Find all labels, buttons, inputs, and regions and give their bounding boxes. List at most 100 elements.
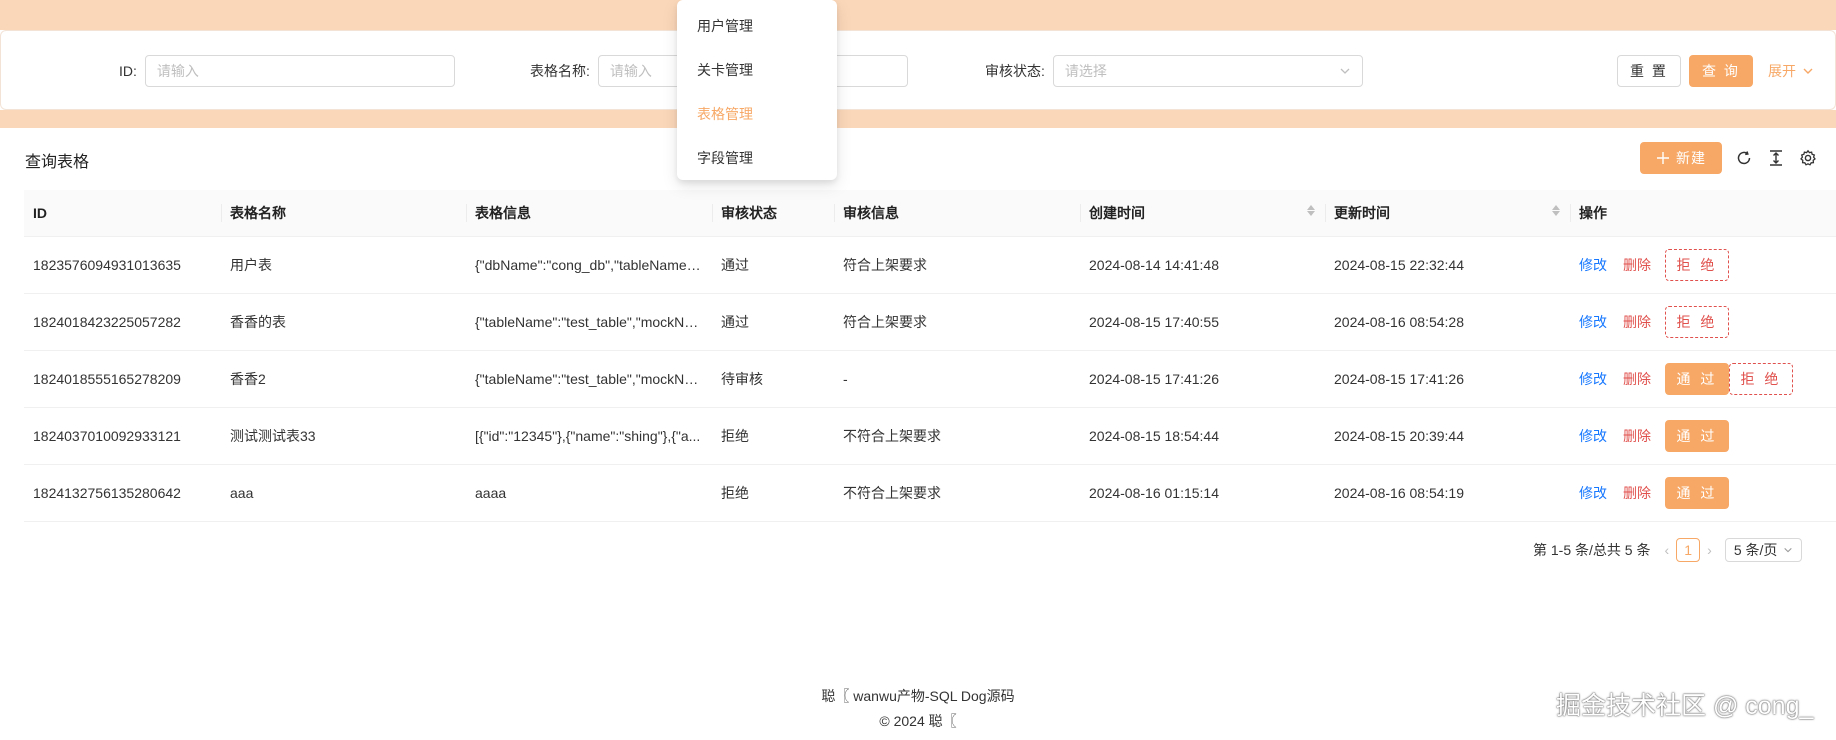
table-row: 1823576094931013635 用户表 {"dbName":"cong_… <box>24 236 1836 294</box>
table-toolbar: 新建 <box>1640 142 1818 174</box>
pagination: 第 1-5 条/总共 5 条 ‹ 1 › 5 条/页 <box>1533 538 1803 562</box>
cell-id: 1824037010092933121 <box>24 407 221 465</box>
column-header-sortable[interactable]: 创建时间 <box>1080 190 1325 237</box>
cell-actions: 修改 删除 拒 绝 <box>1570 236 1836 294</box>
card-title: 查询表格 <box>25 154 90 171</box>
cell-review: 符合上架要求 <box>834 293 1080 351</box>
delete-link[interactable]: 删除 <box>1623 255 1651 275</box>
pagination-summary: 第 1-5 条/总共 5 条 <box>1533 542 1651 558</box>
column-header: 操作 <box>1570 190 1836 237</box>
edit-link[interactable]: 修改 <box>1579 312 1607 332</box>
delete-link[interactable]: 删除 <box>1623 483 1651 503</box>
gear-icon[interactable] <box>1798 148 1818 168</box>
reset-button[interactable]: 重 置 <box>1617 55 1681 87</box>
cell-info: {"tableName":"test_table","mockNu... <box>466 293 712 351</box>
cell-name: 测试测试表33 <box>221 407 466 465</box>
menu-item-table-management[interactable]: 表格管理 <box>677 92 837 136</box>
page-item-current[interactable]: 1 <box>1676 538 1701 562</box>
column-header-sortable[interactable]: 更新时间 <box>1325 190 1570 237</box>
edit-link[interactable]: 修改 <box>1579 369 1607 389</box>
cell-id: 1824018423225057282 <box>24 293 221 351</box>
page-size-label: 5 条/页 <box>1733 542 1778 558</box>
reject-button[interactable]: 拒 绝 <box>1729 362 1793 395</box>
column-header: 表格名称 <box>221 190 466 237</box>
reject-button[interactable]: 拒 绝 <box>1665 248 1729 281</box>
menu-item-field-management[interactable]: 字段管理 <box>677 136 837 180</box>
cell-updated: 2024-08-15 17:41:26 <box>1325 350 1570 408</box>
column-header: 审核状态 <box>712 190 834 237</box>
next-page-icon[interactable]: › <box>1707 542 1712 558</box>
cell-name: 用户表 <box>221 236 466 294</box>
delete-link[interactable]: 删除 <box>1623 369 1651 389</box>
chevron-down-icon <box>1803 68 1813 74</box>
edit-link[interactable]: 修改 <box>1579 255 1607 275</box>
menu-item-level-management[interactable]: 关卡管理 <box>677 48 837 92</box>
cell-created: 2024-08-14 14:41:48 <box>1080 236 1325 294</box>
cell-info: {"dbName":"cong_db","tableName"... <box>466 236 712 294</box>
cell-status: 待审核 <box>712 350 834 408</box>
new-button-label: 新建 <box>1676 150 1706 166</box>
edit-link[interactable]: 修改 <box>1579 483 1607 503</box>
id-label: ID: <box>119 63 137 79</box>
data-table: ID 表格名称 表格信息 审核状态 审核信息 创建时间 更新时间 操作 1823… <box>24 190 1836 522</box>
table-row: 1824018555165278209 香香2 {"tableName":"te… <box>24 350 1836 408</box>
expand-toggle[interactable]: 展开 <box>1768 55 1814 87</box>
table-row: 1824037010092933121 测试测试表33 [{"id":"1234… <box>24 407 1836 465</box>
column-header: ID <box>24 190 221 237</box>
cell-info: aaaa <box>466 464 712 522</box>
column-header: 审核信息 <box>834 190 1080 237</box>
table-header-row: ID 表格名称 表格信息 审核状态 审核信息 创建时间 更新时间 操作 <box>24 190 1836 237</box>
cell-updated: 2024-08-16 08:54:28 <box>1325 293 1570 351</box>
nav-dropdown-menu: 用户管理 关卡管理 表格管理 字段管理 <box>677 0 837 180</box>
cell-id: 1824018555165278209 <box>24 350 221 408</box>
cell-name: 香香2 <box>221 350 466 408</box>
watermark: 掘金技术社区 @ cong_ <box>1556 692 1814 720</box>
cell-review: 不符合上架要求 <box>834 407 1080 465</box>
status-search-item: 审核状态: 请选择 <box>985 55 1363 87</box>
cell-status: 拒绝 <box>712 407 834 465</box>
cell-created: 2024-08-15 17:41:26 <box>1080 350 1325 408</box>
cell-info: [{"id":"12345"},{"name":"shing"},{"a... <box>466 407 712 465</box>
top-header-band <box>0 0 1836 30</box>
status-select[interactable]: 请选择 <box>1052 55 1363 87</box>
cell-name: 香香的表 <box>221 293 466 351</box>
reload-icon[interactable] <box>1734 148 1754 168</box>
approve-button[interactable]: 通 过 <box>1665 362 1729 395</box>
table-row: 1824018423225057282 香香的表 {"tableName":"t… <box>24 293 1836 351</box>
edit-link[interactable]: 修改 <box>1579 426 1607 446</box>
sort-icon[interactable] <box>1552 205 1560 216</box>
table-card: 查询表格 新建 ID 表格名称 表格信息 审核状态 审核信息 创建时间 更新时间… <box>0 128 1836 578</box>
delete-link[interactable]: 删除 <box>1623 312 1651 332</box>
page-size-select[interactable]: 5 条/页 <box>1724 538 1803 562</box>
cell-review: - <box>834 350 1080 408</box>
menu-item-user-management[interactable]: 用户管理 <box>677 4 837 48</box>
plus-icon <box>1657 152 1669 164</box>
divider-band <box>0 110 1836 128</box>
column-header-label: 创建时间 <box>1089 204 1145 221</box>
cell-created: 2024-08-16 01:15:14 <box>1080 464 1325 522</box>
column-height-icon[interactable] <box>1766 148 1786 168</box>
delete-link[interactable]: 删除 <box>1623 426 1651 446</box>
chevron-down-icon <box>1784 547 1793 553</box>
new-button[interactable]: 新建 <box>1640 142 1722 174</box>
reject-button[interactable]: 拒 绝 <box>1665 305 1729 338</box>
cell-status: 拒绝 <box>712 464 834 522</box>
query-button[interactable]: 查 询 <box>1689 55 1753 87</box>
cell-status: 通过 <box>712 236 834 294</box>
table-row: 1824132756135280642 aaa aaaa 拒绝 不符合上架要求 … <box>24 464 1836 522</box>
cell-name: aaa <box>221 464 466 522</box>
cell-actions: 修改 删除 通 过 拒 绝 <box>1570 350 1836 408</box>
cell-actions: 修改 删除 通 过 <box>1570 407 1836 465</box>
expand-label: 展开 <box>1768 63 1796 79</box>
table-name-label: 表格名称: <box>530 63 590 79</box>
cell-info: {"tableName":"test_table","mockNu... <box>466 350 712 408</box>
approve-button[interactable]: 通 过 <box>1665 419 1729 452</box>
status-label: 审核状态: <box>985 63 1045 79</box>
cell-updated: 2024-08-15 20:39:44 <box>1325 407 1570 465</box>
sort-icon[interactable] <box>1307 205 1315 216</box>
prev-page-icon[interactable]: ‹ <box>1664 542 1669 558</box>
column-header-label: 更新时间 <box>1334 204 1390 221</box>
approve-button[interactable]: 通 过 <box>1665 476 1729 509</box>
cell-actions: 修改 删除 拒 绝 <box>1570 293 1836 351</box>
id-input[interactable] <box>144 55 455 87</box>
